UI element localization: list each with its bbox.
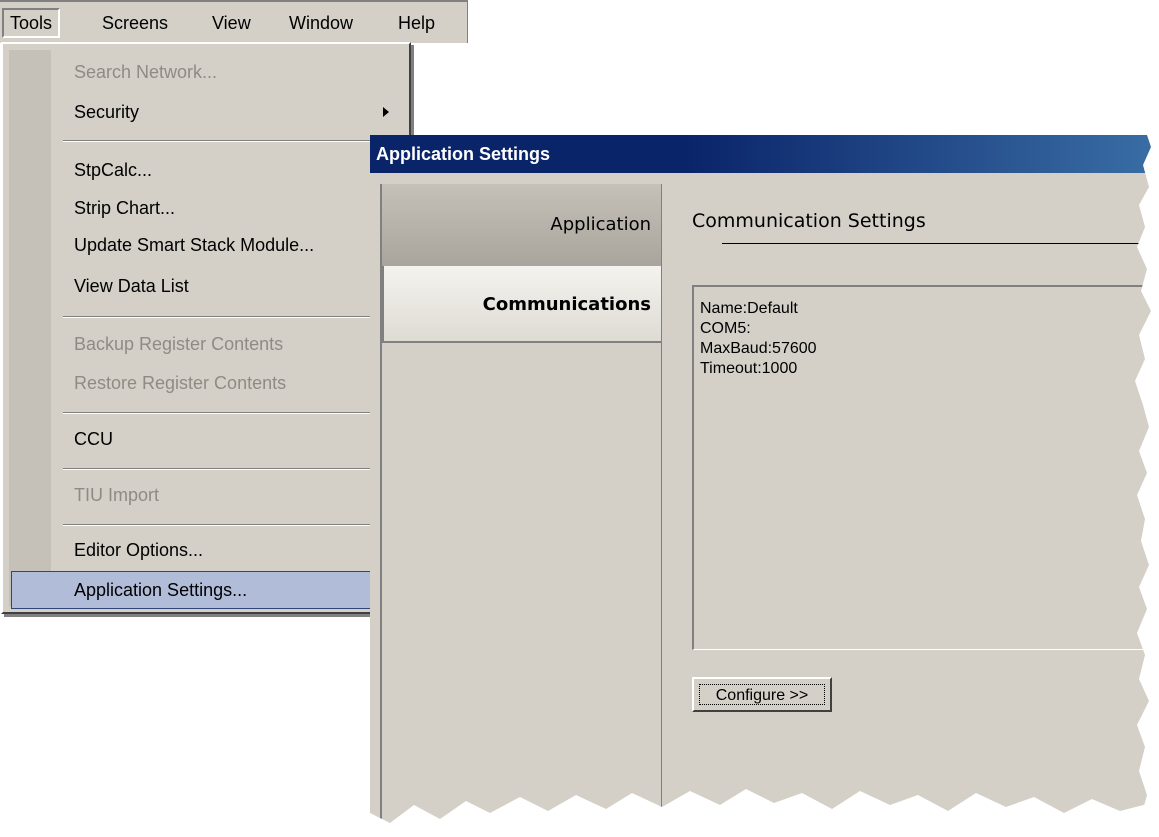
menu-separator: [63, 316, 403, 318]
section-heading: Communication Settings: [692, 210, 926, 232]
menu-help[interactable]: Help: [393, 12, 440, 34]
torn-edge-right: [1135, 135, 1159, 837]
menu-item-application-settings[interactable]: Application Settings...: [11, 571, 405, 609]
detail-line: Timeout:1000: [700, 360, 798, 377]
detail-line: MaxBaud:57600: [700, 340, 817, 357]
menu-item-security[interactable]: Security: [11, 93, 403, 131]
menu-item-backup-register-contents: Backup Register Contents: [74, 334, 284, 354]
menu-item-label: Security: [74, 102, 140, 122]
menu-item-search-network: Search Network...: [74, 62, 218, 82]
communications-panel: Communication Settings Name:Default COM5…: [662, 184, 1159, 837]
menu-item-restore-register-contents: Restore Register Contents: [74, 373, 287, 393]
menu-window[interactable]: Window: [284, 12, 358, 34]
menu-item-update-smart-stack-module[interactable]: Update Smart Stack Module...: [11, 226, 403, 264]
torn-edge-bottom: [370, 789, 1159, 837]
heading-rule: [722, 243, 1159, 244]
tab-communications[interactable]: Communications: [382, 266, 665, 343]
menu-item-strip-chart[interactable]: Strip Chart...: [11, 189, 403, 227]
menu-screens[interactable]: Screens: [97, 12, 173, 34]
detail-line: COM5:: [700, 320, 751, 337]
settings-tab-list: Application Communications: [380, 184, 665, 837]
menu-separator: [63, 412, 403, 414]
window-title: Application Settings: [376, 144, 551, 164]
submenu-arrow-icon: [383, 107, 389, 117]
configure-button-label: Configure >>: [699, 684, 825, 705]
title-bar: Application Settings: [370, 135, 1159, 173]
menu-separator: [63, 140, 403, 142]
application-settings-window: Application Settings Application Communi…: [370, 135, 1159, 837]
tools-dropdown-menu: Search Network... Security StpCalc... St…: [1, 42, 411, 614]
connection-details-box[interactable]: Name:Default COM5: MaxBaud:57600 Timeout…: [692, 285, 1159, 650]
menu-separator: [63, 524, 403, 526]
menu-item-view-data-list[interactable]: View Data List: [11, 267, 403, 305]
tab-application[interactable]: Application: [382, 184, 663, 266]
menu-item-ccu[interactable]: CCU: [11, 420, 403, 458]
detail-line: Name:Default: [700, 300, 798, 317]
menu-item-editor-options[interactable]: Editor Options...: [11, 531, 403, 569]
menu-item-tiu-import: TIU Import: [74, 485, 160, 505]
menu-view[interactable]: View: [207, 12, 256, 34]
menu-tools[interactable]: Tools: [2, 8, 61, 38]
menu-bar: Tools Screens View Window Help: [0, 0, 468, 43]
menu-separator: [63, 468, 403, 470]
menu-item-stpcalc[interactable]: StpCalc...: [11, 151, 403, 189]
configure-button[interactable]: Configure >>: [692, 677, 832, 712]
